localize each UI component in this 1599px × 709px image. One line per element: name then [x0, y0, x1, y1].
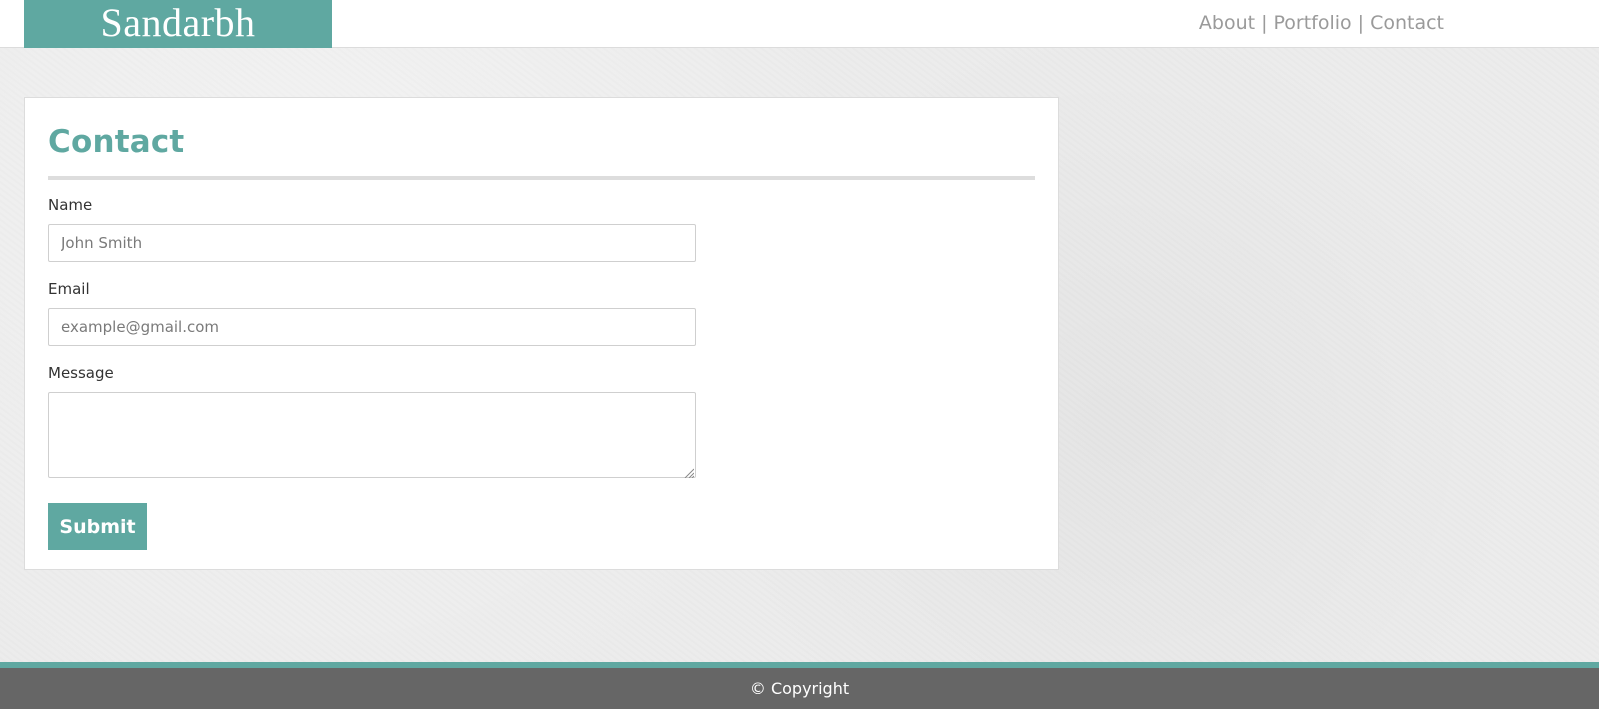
main-nav: About | Portfolio | Contact: [1199, 12, 1444, 34]
email-label: Email: [48, 280, 90, 298]
title-divider: [48, 176, 1035, 180]
message-field[interactable]: [48, 392, 696, 478]
submit-button[interactable]: Submit: [48, 503, 147, 550]
nav-link-portfolio[interactable]: Portfolio: [1274, 12, 1352, 34]
site-footer: © Copyright: [0, 668, 1599, 709]
nav-link-contact[interactable]: Contact: [1370, 12, 1444, 34]
email-field[interactable]: [48, 308, 696, 346]
site-header: Sandarbh About | Portfolio | Contact: [0, 0, 1599, 48]
name-label: Name: [48, 196, 93, 214]
copyright-text: © Copyright: [749, 679, 850, 698]
page-title: Contact: [48, 124, 185, 160]
name-field[interactable]: [48, 224, 696, 262]
brand-logo-link[interactable]: Sandarbh: [24, 0, 332, 48]
nav-link-about[interactable]: About: [1199, 12, 1255, 34]
message-label: Message: [48, 364, 114, 382]
contact-card: Contact Name Email Message Submit: [24, 97, 1059, 570]
nav-separator: |: [1261, 12, 1268, 34]
brand-title: Sandarbh: [100, 0, 256, 45]
resize-handle-icon[interactable]: [684, 468, 694, 478]
nav-separator: |: [1357, 12, 1365, 34]
